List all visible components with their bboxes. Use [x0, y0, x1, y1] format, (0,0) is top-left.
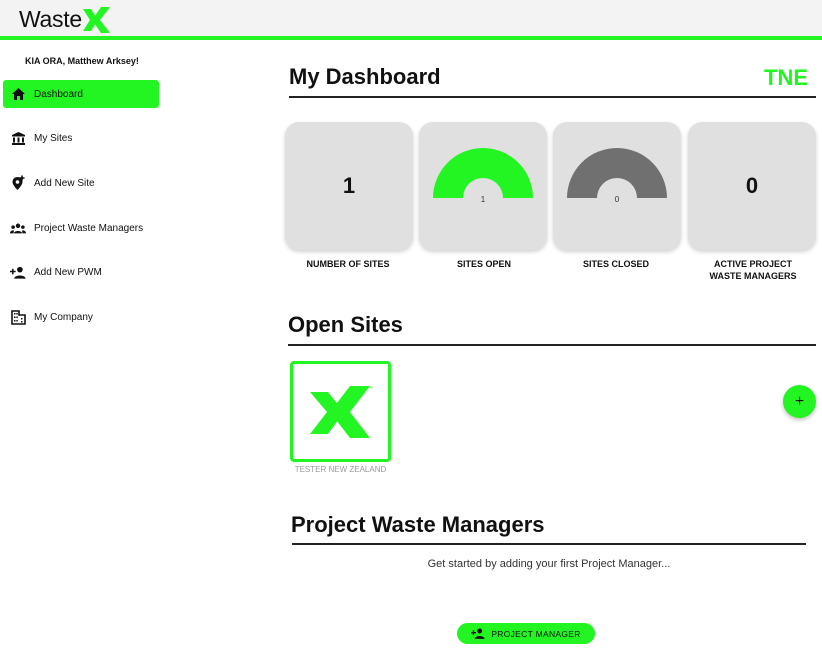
stat-label: SITES CLOSED — [582, 259, 649, 269]
site-name: TESTER NEW ZEALAND — [294, 465, 387, 474]
sidebar-item-project-waste-managers[interactable]: Project Waste Managers — [3, 214, 159, 242]
sidebar-item-label: Project Waste Managers — [34, 222, 144, 234]
person-add-icon — [471, 628, 485, 639]
sidebar-item-label: My Sites — [34, 132, 73, 144]
sidebar-item-label: My Company — [34, 311, 93, 323]
sidebar-item-add-new-pwm[interactable]: Add New PWM — [3, 258, 159, 286]
stat-label: NUMBER OF SITES — [306, 259, 390, 269]
sidebar-item-my-sites[interactable]: My Sites — [3, 124, 159, 152]
stat-label: SITES OPEN — [456, 259, 511, 269]
home-icon — [10, 86, 26, 102]
sidebar-item-add-new-site[interactable]: Add New Site — [3, 169, 159, 197]
company-code: TNE — [764, 65, 808, 90]
open-sites-divider — [288, 344, 816, 346]
stat-value: 1 — [342, 173, 356, 198]
group-icon — [10, 220, 26, 236]
pwm-title: Project Waste Managers — [291, 512, 545, 537]
sidebar: KIA ORA, Matthew Arksey! Dashboard My Si… — [0, 44, 168, 654]
add-location-icon — [10, 175, 26, 191]
add-project-manager-button[interactable]: PROJECT MANAGER — [457, 623, 595, 644]
sidebar-item-my-company[interactable]: My Company — [3, 303, 159, 331]
stat-card-active-pwm: 0 — [688, 122, 816, 250]
open-sites-title: Open Sites — [288, 312, 403, 337]
top-bar: Waste — [0, 0, 822, 40]
stat-card-sites-closed: 0 — [553, 122, 681, 250]
add-project-manager-label: PROJECT MANAGER — [491, 628, 581, 639]
logo-x-icon — [82, 7, 110, 33]
stat-card-sites-open: 1 — [419, 122, 547, 250]
bank-icon — [10, 130, 26, 146]
sidebar-item-label: Add New PWM — [34, 266, 102, 278]
logo-text: Waste — [19, 5, 82, 32]
sidebar-item-dashboard[interactable]: Dashboard — [3, 80, 159, 108]
sites-open-gauge — [433, 148, 533, 198]
stat-card-number-of-sites: 1 — [285, 122, 413, 250]
sidebar-item-label: Add New Site — [34, 177, 95, 189]
greeting-text: KIA ORA, Matthew Arksey! — [25, 56, 139, 66]
person-add-icon — [10, 264, 26, 280]
stat-value: 0 — [745, 173, 759, 198]
site-card[interactable]: ™ — [290, 361, 391, 462]
company-x-logo-icon: ™ — [309, 385, 373, 438]
add-site-button[interactable]: + — [783, 385, 816, 418]
stat-value: 0 — [614, 195, 620, 204]
brand-logo[interactable]: Waste — [19, 3, 111, 35]
pwm-divider — [292, 543, 806, 545]
sites-closed-gauge — [567, 148, 667, 198]
page-title: My Dashboard — [289, 64, 441, 89]
svg-text:™: ™ — [368, 386, 373, 392]
pwm-empty-state: Get started by adding your first Project… — [427, 558, 671, 570]
building-icon — [10, 309, 26, 325]
sidebar-item-label: Dashboard — [34, 88, 83, 100]
title-divider — [289, 96, 816, 98]
stat-value: 1 — [480, 195, 486, 204]
stat-label: ACTIVE PROJECT WASTE MANAGERS — [709, 259, 797, 281]
